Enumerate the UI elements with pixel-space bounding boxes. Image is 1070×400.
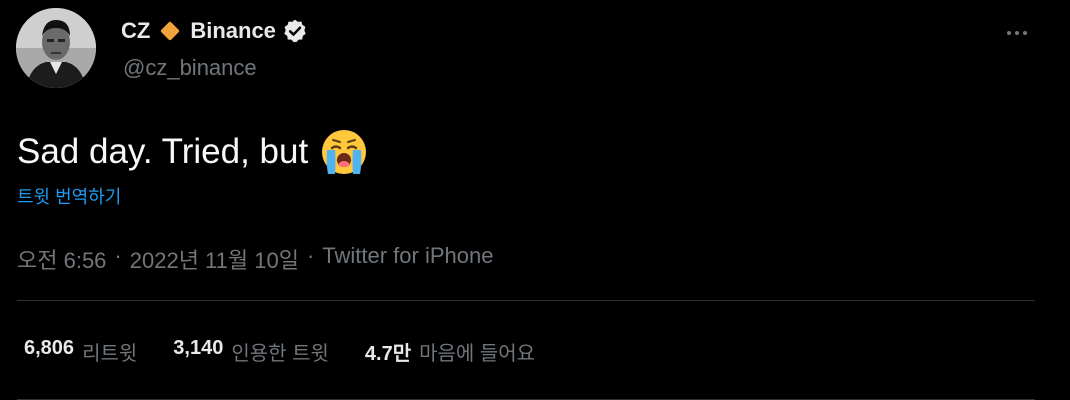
retweets-count: 6,806 (24, 337, 75, 359)
tweet-stats: 6,806 리트윗 3,140 인용한 트윗 4.7만 마음에 들어요 (24, 337, 535, 366)
loudly-crying-face-icon (318, 126, 370, 178)
tweet-text-body: Sad day. Tried, but (17, 132, 309, 171)
retweets-label: 리트윗 (82, 343, 138, 365)
avatar[interactable] (16, 8, 96, 88)
tweet-source[interactable]: Twitter for iPhone (322, 243, 493, 275)
author-handle[interactable]: @cz_binance (123, 55, 257, 81)
author-name[interactable]: CZ (121, 18, 150, 44)
likes-label: 마음에 들어요 (419, 343, 536, 365)
likes-stat[interactable]: 4.7만 마음에 들어요 (365, 337, 535, 366)
quotes-count: 3,140 (173, 337, 224, 359)
quotes-stat[interactable]: 3,140 인용한 트윗 (173, 337, 329, 366)
profile-photo-icon (16, 8, 96, 88)
verified-badge-icon[interactable] (282, 18, 309, 45)
author-org-name[interactable]: Binance (190, 18, 276, 44)
translate-tweet-link[interactable]: 트윗 번역하기 (17, 183, 121, 209)
author-name-row[interactable]: CZ Binance (121, 15, 309, 47)
quotes-label: 인용한 트윗 (231, 343, 329, 365)
more-dot (1007, 31, 1011, 35)
tweet: CZ Binance @cz_binance Sad day. Tried, b… (0, 0, 1070, 400)
more-dot (1023, 31, 1027, 35)
likes-count: 4.7만 (364, 343, 412, 365)
tweet-text: Sad day. Tried, but (17, 126, 370, 178)
tweet-meta: 오전 6:56 · 2022년 11월 10일 · Twitter for iP… (17, 243, 493, 275)
more-dot (1015, 31, 1019, 35)
orange-diamond-icon (158, 19, 182, 43)
meta-separator: · (114, 243, 122, 268)
meta-separator: · (306, 243, 315, 268)
more-horizontal-icon[interactable] (1002, 23, 1032, 43)
divider (17, 300, 1035, 301)
retweets-stat[interactable]: 6,806 리트윗 (24, 337, 137, 366)
tweet-time[interactable]: 오전 6:56 (17, 243, 106, 275)
tweet-date[interactable]: 2022년 11월 10일 (130, 243, 299, 275)
